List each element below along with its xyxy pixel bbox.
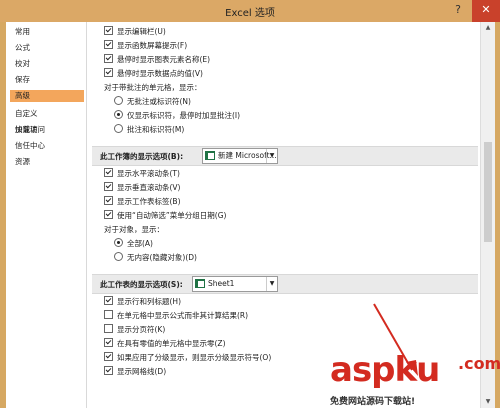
sidebar-item-advanced[interactable]: 高级	[10, 90, 84, 102]
excel-sheet-icon	[195, 279, 205, 288]
option-vertical-scrollbar[interactable]: 显示垂直滚动条(V)	[104, 182, 180, 194]
sidebar-item-formulas[interactable]: 公式	[10, 42, 84, 54]
radio-button[interactable]	[114, 96, 123, 105]
option-data-point-values[interactable]: 悬停时显示数据点的值(V)	[104, 68, 203, 80]
checkbox[interactable]	[104, 324, 113, 333]
objects-label: 对于对象，显示：	[104, 225, 164, 234]
excel-workbook-icon	[205, 151, 215, 160]
option-label: 显示行和列标题(H)	[117, 297, 181, 306]
workbook-selector[interactable]: 新建 Microsoft... ▼	[202, 148, 278, 164]
radio-button[interactable]	[114, 124, 123, 133]
option-label: 显示工作表标签(B)	[117, 197, 181, 206]
option-label: 在具有零值的单元格中显示零(Z)	[117, 339, 226, 348]
scroll-up-icon[interactable]: ▲	[481, 22, 495, 34]
option-label: 无批注或标识符(N)	[127, 97, 191, 106]
radio-button[interactable]	[114, 252, 123, 261]
window-title: Excel 选项	[225, 8, 275, 19]
option-label: 仅显示标识符，悬停时加显批注(I)	[127, 111, 241, 120]
checkbox[interactable]	[104, 296, 113, 305]
option-label: 全部(A)	[127, 239, 153, 248]
option-gridlines[interactable]: 显示网格线(D)	[104, 366, 166, 378]
selector-value: Sheet1	[208, 279, 235, 288]
checkbox[interactable]	[104, 196, 113, 205]
option-label: 显示编辑栏(U)	[117, 27, 166, 36]
scroll-thumb[interactable]	[484, 142, 492, 242]
watermark-tagline: 免费网站源码下载站!	[330, 394, 416, 407]
option-row-col-headers[interactable]: 显示行和列标题(H)	[104, 296, 181, 308]
sidebar-item-customize[interactable]: 自定义	[10, 108, 84, 120]
checkbox[interactable]	[104, 68, 113, 77]
checkbox[interactable]	[104, 310, 113, 319]
option-label: 显示垂直滚动条(V)	[117, 183, 181, 192]
radio-objects-all[interactable]: 全部(A)	[114, 238, 153, 250]
option-label: 显示函数屏幕提示(F)	[117, 41, 188, 50]
watermark: aspku .com 免费网站源码下载站!	[330, 350, 500, 408]
watermark-suffix: .com	[458, 354, 500, 373]
comments-label: 对于带批注的单元格，显示：	[104, 83, 202, 92]
sidebar-item-proofing[interactable]: 校对	[10, 58, 84, 70]
option-group-dates-autofilter[interactable]: 使用“自动筛选”菜单分组日期(G)	[104, 210, 226, 222]
sidebar-item-resources[interactable]: 资源	[10, 156, 84, 168]
radio-objects-nothing[interactable]: 无内容(隐藏对象)(D)	[114, 252, 197, 264]
radio-button[interactable]	[114, 238, 123, 247]
radio-indicators-only[interactable]: 仅显示标识符，悬停时加显批注(I)	[114, 110, 240, 122]
checkbox[interactable]	[104, 26, 113, 35]
sidebar-item-trust-center[interactable]: 信任中心	[10, 140, 84, 152]
option-label: 如果应用了分级显示，则显示分级显示符号(O)	[117, 353, 272, 362]
option-label: 使用“自动筛选”菜单分组日期(G)	[117, 211, 227, 220]
checkbox[interactable]	[104, 182, 113, 191]
option-sheet-tabs[interactable]: 显示工作表标签(B)	[104, 196, 181, 208]
option-label: 无内容(隐藏对象)(D)	[127, 253, 197, 262]
checkbox[interactable]	[104, 338, 113, 347]
section-title: 此工作簿的显示选项(B):	[100, 152, 184, 161]
option-show-formulas[interactable]: 在单元格中显示公式而非其计算结果(R)	[104, 310, 248, 322]
option-label: 在单元格中显示公式而非其计算结果(R)	[117, 311, 249, 320]
radio-comments-and-indicators[interactable]: 批注和标识符(M)	[114, 124, 184, 136]
option-show-formula-bar[interactable]: 显示编辑栏(U)	[104, 26, 166, 38]
option-label: 悬停时显示数据点的值(V)	[117, 69, 203, 78]
watermark-brand: aspku	[330, 350, 440, 390]
option-chart-element-names[interactable]: 悬停时显示图表元素名称(E)	[104, 54, 210, 66]
radio-no-comments[interactable]: 无批注或标识符(N)	[114, 96, 191, 108]
chevron-down-icon[interactable]: ▼	[266, 149, 277, 163]
option-horizontal-scrollbar[interactable]: 显示水平滚动条(T)	[104, 168, 180, 180]
option-show-function-tips[interactable]: 显示函数屏幕提示(F)	[104, 40, 187, 52]
option-page-breaks[interactable]: 显示分页符(K)	[104, 324, 165, 336]
checkbox[interactable]	[104, 352, 113, 361]
excel-options-window: Excel 选项 ? ✕ 常用 公式 校对 保存 语言 高级 自定义 快速访问 …	[0, 0, 500, 408]
checkbox[interactable]	[104, 54, 113, 63]
radio-button[interactable]	[114, 110, 123, 119]
workbook-display-section: 此工作簿的显示选项(B): 新建 Microsoft... ▼	[92, 146, 478, 166]
sidebar-item-general[interactable]: 常用	[10, 26, 84, 38]
category-sidebar: 常用 公式 校对 保存 语言 高级 自定义 快速访问 加载项 信任中心 资源	[6, 22, 87, 408]
option-outline-symbols[interactable]: 如果应用了分级显示，则显示分级显示符号(O)	[104, 352, 271, 364]
checkbox[interactable]	[104, 40, 113, 49]
section-title: 此工作表的显示选项(S):	[100, 280, 183, 289]
chevron-down-icon[interactable]: ▼	[266, 277, 277, 291]
option-label: 显示网格线(D)	[117, 367, 167, 376]
sidebar-item-save[interactable]: 保存	[10, 74, 84, 86]
title-bar: Excel 选项 ? ✕	[0, 0, 500, 22]
close-button[interactable]: ✕	[472, 0, 500, 22]
worksheet-selector[interactable]: Sheet1 ▼	[192, 276, 278, 292]
checkbox[interactable]	[104, 366, 113, 375]
option-label: 批注和标识符(M)	[127, 125, 185, 134]
option-label: 显示分页符(K)	[117, 325, 166, 334]
option-label: 显示水平滚动条(T)	[117, 169, 180, 178]
sidebar-item-addins[interactable]: 加载项	[10, 124, 84, 136]
checkbox[interactable]	[104, 168, 113, 177]
checkbox[interactable]	[104, 210, 113, 219]
option-show-zero[interactable]: 在具有零值的单元格中显示零(Z)	[104, 338, 226, 350]
help-button[interactable]: ?	[446, 0, 470, 22]
option-label: 悬停时显示图表元素名称(E)	[117, 55, 211, 64]
worksheet-display-section: 此工作表的显示选项(S): Sheet1 ▼	[92, 274, 478, 294]
